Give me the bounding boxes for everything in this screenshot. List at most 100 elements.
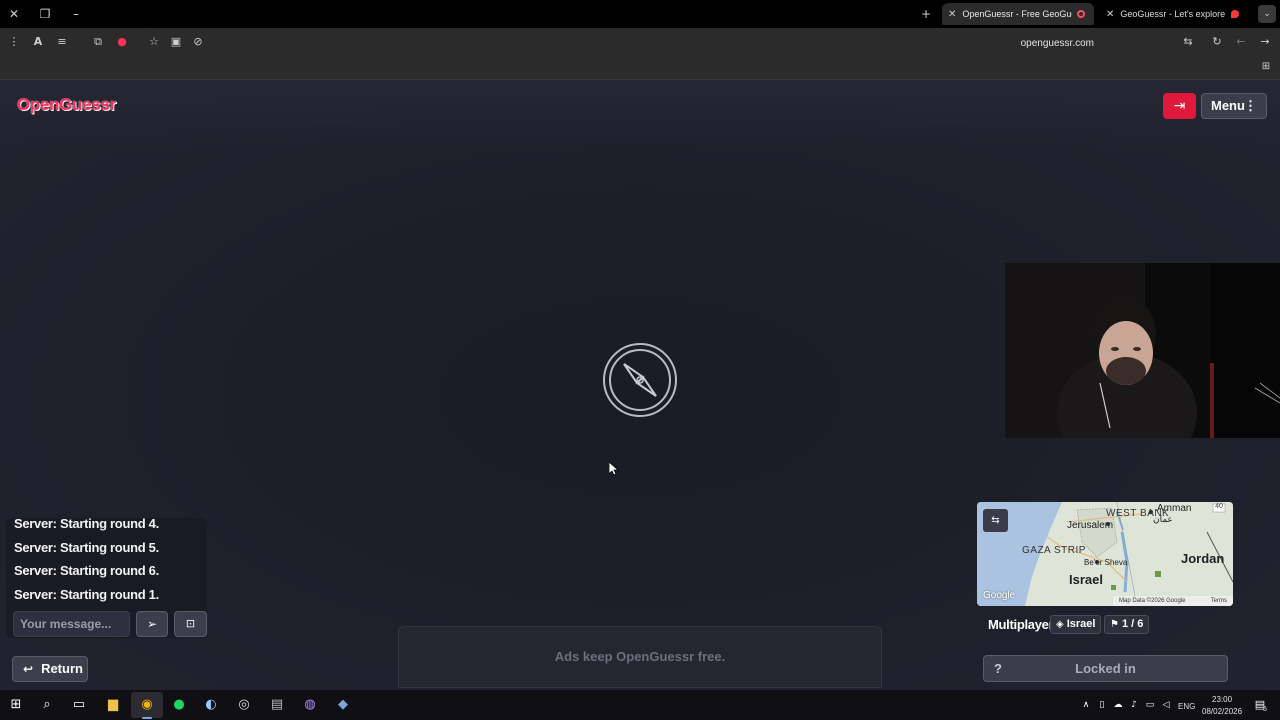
spotify-icon[interactable]: ● bbox=[171, 697, 187, 713]
map-attribution: Map Data ©2026 Google Terms bbox=[1113, 596, 1233, 606]
microphone-icon[interactable]: ♪ bbox=[1126, 697, 1142, 713]
back-icon[interactable]: ← bbox=[1233, 34, 1249, 50]
bookmarks-bar: ⊞ bbox=[0, 56, 1280, 80]
return-arrow-icon: ↩ bbox=[23, 662, 34, 676]
kebab-icon: ⋮ bbox=[1244, 98, 1257, 113]
header-fade bbox=[0, 80, 1280, 150]
round-counter: 1 / 6 bbox=[1121, 618, 1144, 630]
forward-icon[interactable]: → bbox=[1257, 34, 1273, 50]
chrome-icon[interactable]: ◉ bbox=[139, 697, 155, 713]
close-tab-icon[interactable]: ✕ bbox=[1106, 9, 1114, 20]
site-settings-icon[interactable]: ⇆ bbox=[1180, 34, 1196, 50]
exit-icon: ⇥ bbox=[1173, 98, 1186, 114]
translate-icon[interactable]: A bbox=[30, 34, 46, 50]
tab-title: GeoGuessr - Let's explore the w bbox=[1120, 9, 1227, 19]
menu-label: Menu bbox=[1211, 98, 1245, 113]
map-sliders-icon: ⇆ bbox=[991, 515, 1000, 526]
map-label-israel: Israel bbox=[1069, 572, 1103, 587]
tab-search-icon[interactable]: ⌄ bbox=[1258, 5, 1276, 23]
camera-off-icon[interactable]: ⊘ bbox=[190, 34, 206, 50]
openguessr-logo[interactable]: OpenGuessr bbox=[17, 95, 116, 115]
map-label-beer-sheva: Be'er Sheva bbox=[1084, 558, 1128, 567]
app-window-icon[interactable]: ▤ bbox=[269, 697, 285, 713]
notification-count: 5 bbox=[1263, 706, 1267, 713]
clock-date[interactable]: 08/02/2026 bbox=[1202, 707, 1242, 716]
game-mode-label: Multiplayer bbox=[988, 617, 1054, 632]
tab-geoguessr[interactable]: ✕ GeoGuessr - Let's explore the w bbox=[1100, 3, 1250, 25]
return-button[interactable]: ↩ Return bbox=[12, 656, 88, 682]
chat-message: Server: Starting round 6. bbox=[14, 563, 159, 578]
chat-toggle-button[interactable]: ⊡ bbox=[174, 611, 207, 637]
chat-message-input[interactable]: Your message... bbox=[13, 611, 130, 637]
locked-in-button[interactable]: ? Locked in bbox=[983, 655, 1228, 682]
tray-cloud-icon[interactable]: ☁ bbox=[1110, 697, 1126, 713]
search-icon[interactable]: ⌕ bbox=[39, 697, 55, 713]
address-url: openguessr.com bbox=[1020, 38, 1094, 49]
bookmark-star-icon[interactable]: ☆ bbox=[146, 34, 162, 50]
obs-icon[interactable]: ◎ bbox=[236, 697, 252, 713]
chat-message: Server: Starting round 5. bbox=[14, 540, 159, 555]
file-explorer-icon[interactable]: ▆ bbox=[105, 697, 121, 713]
active-indicator bbox=[142, 717, 152, 719]
minimize-window-icon[interactable]: – bbox=[68, 6, 84, 22]
language-indicator[interactable]: ENG bbox=[1178, 702, 1195, 711]
webcam-feed-image bbox=[1005, 263, 1280, 438]
apps-grid-icon[interactable]: ⊞ bbox=[1258, 59, 1274, 75]
windows-start-icon[interactable]: ⊞ bbox=[8, 697, 24, 713]
network-icon[interactable]: ▭ bbox=[1142, 697, 1158, 713]
volume-icon[interactable]: ◁ bbox=[1158, 697, 1174, 713]
geoguessr-pin-icon bbox=[1231, 10, 1239, 18]
reload-icon[interactable]: ↻ bbox=[1209, 34, 1225, 50]
extension-shield-icon[interactable]: ● bbox=[114, 34, 130, 50]
map-name-badge: ◈ Israel bbox=[1050, 615, 1102, 634]
map-terms-link[interactable]: Terms bbox=[1211, 596, 1227, 606]
webcam-overlay bbox=[1005, 263, 1280, 438]
chat-alert-icon: ⊡ bbox=[185, 617, 196, 630]
app-diamond-icon[interactable]: ◆ bbox=[335, 697, 351, 713]
steam-icon[interactable]: ◐ bbox=[203, 697, 219, 713]
map-expand-button[interactable]: ⇆ bbox=[983, 509, 1008, 532]
tray-overflow-icon[interactable]: ∧ bbox=[1078, 697, 1094, 713]
tab-title: OpenGuessr - Free GeoGue bbox=[962, 9, 1073, 19]
address-bar[interactable]: ☆ ▣ ⊘ openguessr.com ⇆ bbox=[140, 31, 1200, 53]
clock-time[interactable]: 23:00 bbox=[1212, 695, 1232, 704]
browser-menu-icon[interactable]: ⋮ bbox=[6, 34, 22, 50]
game-page: OpenGuessr ⇥ Menu ⋮ Server: Starting rou… bbox=[0, 80, 1280, 690]
close-tab-icon[interactable]: ✕ bbox=[948, 9, 956, 20]
google-logo: Google bbox=[983, 590, 1016, 601]
windows-taskbar: ⊞ ⌕ ▭ ▆ ◉ ● ◐ ◎ ▤ ◍ ◆ ∧ ▯ ☁ ♪ ▭ ◁ ENG 23… bbox=[0, 690, 1280, 720]
help-icon[interactable]: ? bbox=[994, 656, 1002, 681]
menu-button[interactable]: Menu ⋮ bbox=[1201, 93, 1267, 119]
map-route-badge: 40 bbox=[1215, 503, 1223, 510]
screenshot-icon[interactable]: ▣ bbox=[168, 34, 184, 50]
map-data-text: Map Data ©2026 Google bbox=[1119, 598, 1186, 604]
new-tab-icon[interactable]: + bbox=[918, 6, 934, 22]
round-badge: ⚑ 1 / 6 bbox=[1104, 615, 1150, 634]
locked-in-label: Locked in bbox=[1075, 661, 1136, 676]
task-view-icon[interactable]: ▭ bbox=[71, 697, 87, 713]
restore-window-icon[interactable]: ❐ bbox=[37, 6, 53, 22]
chat-message: Server: Starting round 4. bbox=[14, 518, 159, 531]
tab-openguessr[interactable]: ✕ OpenGuessr - Free GeoGue bbox=[942, 3, 1094, 25]
map-name: Israel bbox=[1066, 618, 1096, 630]
extensions-icon[interactable]: ⧉ bbox=[90, 34, 106, 50]
chat-panel: Server: Starting round 4. Server: Starti… bbox=[6, 518, 207, 638]
compass-loading-icon bbox=[603, 343, 677, 417]
send-icon: ➢ bbox=[146, 617, 158, 631]
mouse-cursor-icon bbox=[609, 462, 619, 476]
map-label-jerusalem: Jerusalem bbox=[1067, 520, 1114, 531]
layers-icon: ◈ bbox=[1056, 619, 1064, 630]
map-label-gaza: GAZA STRIP bbox=[1022, 545, 1086, 556]
round-icon: ⚑ bbox=[1110, 619, 1119, 630]
exit-game-button[interactable]: ⇥ bbox=[1163, 93, 1196, 119]
map-label-amman: Amman bbox=[1157, 503, 1192, 514]
browser-tab-bar: ✕ ❐ – + ✕ OpenGuessr - Free GeoGue ✕ Geo… bbox=[0, 0, 1280, 28]
chat-messages: Server: Starting round 4. Server: Starti… bbox=[6, 518, 207, 604]
minimap[interactable]: WEST BANK Amman عمان 40 Jerusalem GAZA S… bbox=[977, 502, 1233, 606]
ad-banner: Ads keep OpenGuessr free. bbox=[398, 626, 882, 688]
reading-list-icon[interactable]: ≡ bbox=[54, 34, 70, 50]
send-message-button[interactable]: ➢ bbox=[136, 611, 168, 637]
tray-app-icon[interactable]: ▯ bbox=[1094, 697, 1110, 713]
close-window-icon[interactable]: ✕ bbox=[6, 6, 22, 22]
discord-icon[interactable]: ◍ bbox=[302, 697, 318, 713]
